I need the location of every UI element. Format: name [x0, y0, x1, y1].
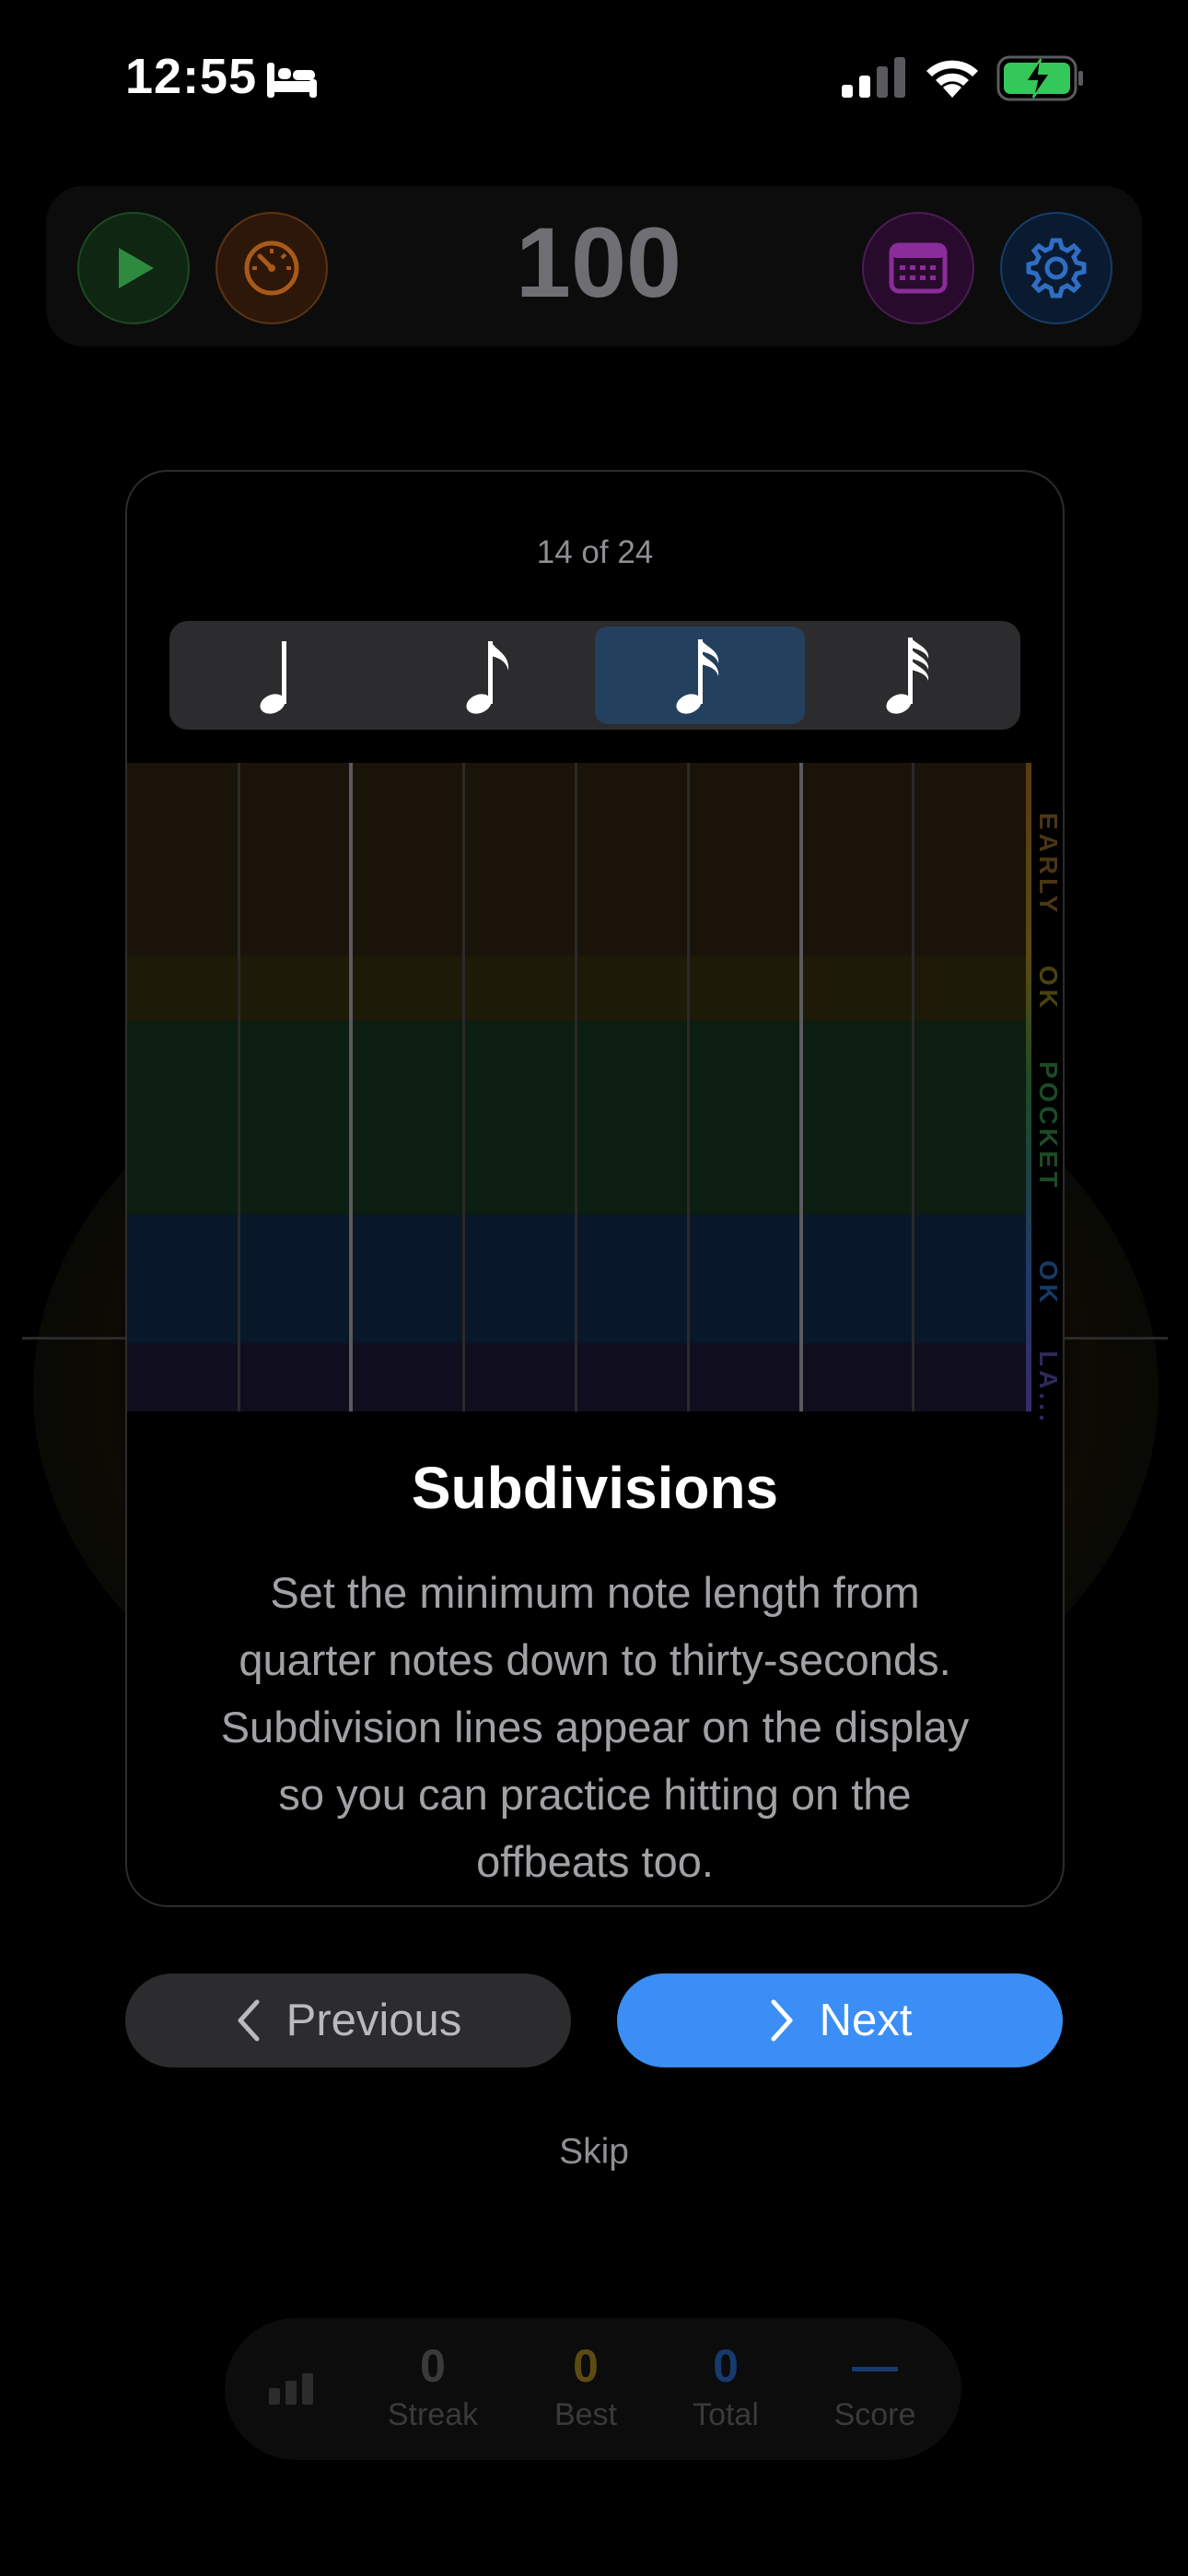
subdivision-quarter-note[interactable] — [175, 626, 385, 724]
speedometer-icon — [244, 240, 299, 296]
early-zone — [127, 763, 1031, 956]
stat-label: Best — [553, 2397, 618, 2432]
subdivision-selector — [169, 621, 1020, 730]
stat-value: — — [852, 2340, 898, 2392]
subdivision-line — [238, 763, 240, 1411]
timing-zones-display — [127, 763, 1031, 1411]
stat-label: Score — [833, 2397, 916, 2432]
zone-indicator-strip — [1026, 763, 1031, 1411]
pocket-zone — [127, 1021, 1031, 1214]
stat-value: 0 — [713, 2340, 739, 2392]
stat-score: — Score — [810, 2338, 939, 2433]
bpm-display[interactable]: 100 — [479, 205, 718, 320]
subdivision-line — [912, 763, 914, 1411]
zone-label-ok-late: OK — [1034, 1260, 1063, 1306]
previous-label: Previous — [285, 1996, 462, 2045]
step-counter: 14 of 24 — [536, 534, 654, 570]
stat-best: 0 Best — [521, 2338, 650, 2433]
ok-early-zone — [127, 956, 1031, 1021]
subdivision-line — [462, 763, 465, 1411]
skip-button[interactable]: Skip — [0, 2132, 1188, 2172]
stat-label: Streak — [387, 2397, 479, 2432]
next-button[interactable]: Next — [617, 1973, 1063, 2067]
stat-value: 0 — [420, 2340, 446, 2392]
late-zone — [127, 1343, 1031, 1411]
wifi-icon — [926, 60, 978, 98]
sleep-focus-icon — [267, 63, 317, 98]
beat-line — [349, 763, 353, 1411]
eighth-note-icon — [466, 641, 509, 714]
zone-label-early: EARLY — [1034, 813, 1063, 917]
meter-center-line-right — [1065, 1337, 1168, 1340]
gear-icon — [1026, 238, 1087, 299]
next-label: Next — [819, 1996, 913, 2045]
stat-streak: 0 Streak — [368, 2338, 497, 2433]
stat-total: 0 Total — [661, 2338, 790, 2433]
settings-button[interactable] — [1000, 212, 1112, 324]
status-time: 12:55 — [125, 49, 258, 104]
subdivision-eighth-note[interactable] — [385, 626, 595, 724]
battery-charging-icon — [996, 55, 1083, 101]
play-button[interactable] — [77, 212, 190, 324]
meter-center-line-left — [22, 1337, 125, 1340]
previous-button[interactable]: Previous — [125, 1973, 571, 2067]
calendar-icon — [889, 242, 948, 294]
subdivision-sixteenth-note[interactable] — [595, 626, 805, 724]
beat-line — [799, 763, 803, 1411]
play-icon — [119, 248, 154, 288]
cellular-signal-icon — [842, 57, 905, 98]
subdivision-line — [575, 763, 577, 1411]
tutorial-description: Set the minimum note length from quarter… — [220, 1568, 970, 1886]
calendar-button[interactable] — [862, 212, 974, 324]
tutorial-card: 14 of 24 EARLY OK POCKET OK LA... Subdiv… — [125, 470, 1065, 1907]
chevron-right-icon — [771, 1999, 793, 2042]
chart-bars-icon[interactable] — [267, 2370, 315, 2406]
tutorial-title: Subdivisions — [411, 1455, 779, 1521]
sixteenth-note-icon — [676, 639, 719, 714]
quarter-note-icon — [260, 641, 286, 714]
thirty-second-note-icon — [886, 638, 929, 714]
ok-late-zone — [127, 1214, 1031, 1343]
zone-label-late: LA... — [1034, 1351, 1063, 1425]
stat-label: Total — [693, 2397, 759, 2432]
zone-label-pocket: POCKET — [1034, 1061, 1063, 1191]
chevron-left-icon — [238, 1999, 260, 2042]
stat-value: 0 — [573, 2340, 599, 2392]
subdivision-line — [687, 763, 690, 1411]
subdivision-thirty-second-note[interactable] — [805, 626, 1015, 724]
zone-label-ok: OK — [1034, 966, 1063, 1012]
tempo-gauge-button[interactable] — [215, 212, 328, 324]
